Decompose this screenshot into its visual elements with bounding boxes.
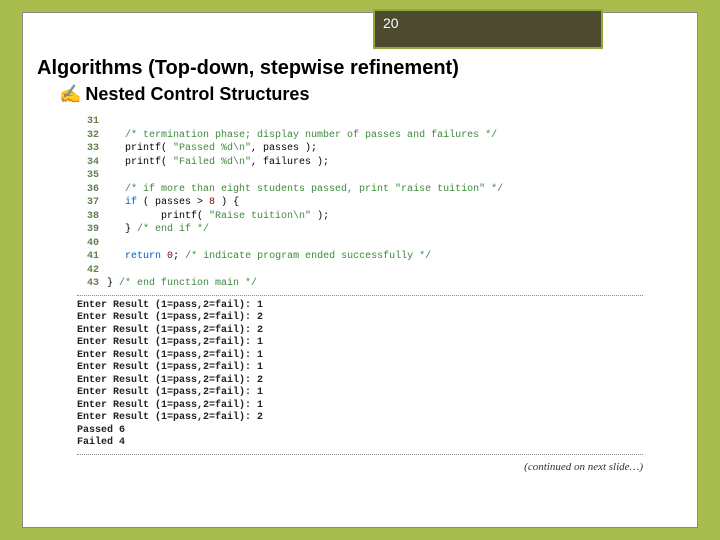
code-line: 39 } /* end if */	[77, 223, 643, 237]
code-line: 36 /* if more than eight students passed…	[77, 183, 643, 197]
code-line: 41 return 0; /* indicate program ended s…	[77, 250, 643, 264]
output-line: Enter Result (1=pass,2=fail): 1	[77, 350, 643, 363]
slide-title: Algorithms (Top-down, stepwise refinemen…	[37, 57, 697, 80]
output-line: Enter Result (1=pass,2=fail): 2	[77, 312, 643, 325]
subtitle-text: Nested Control Structures	[85, 84, 309, 104]
code-line: 40	[77, 237, 643, 251]
output-line: Enter Result (1=pass,2=fail): 2	[77, 325, 643, 338]
code-line: 38 printf( "Raise tuition\n" );	[77, 210, 643, 224]
divider	[77, 454, 643, 455]
code-block: 3132 /* termination phase; display numbe…	[77, 115, 643, 291]
output-line: Enter Result (1=pass,2=fail): 1	[77, 362, 643, 375]
continued-label: (continued on next slide…)	[23, 461, 643, 473]
code-line: 42	[77, 264, 643, 278]
code-line: 32 /* termination phase; display number …	[77, 129, 643, 143]
output-line: Enter Result (1=pass,2=fail): 1	[77, 337, 643, 350]
output-line: Enter Result (1=pass,2=fail): 1	[77, 300, 643, 313]
code-line: 31	[77, 115, 643, 129]
output-failed: Failed 4	[77, 437, 643, 450]
output-line: Enter Result (1=pass,2=fail): 1	[77, 387, 643, 400]
divider	[77, 295, 643, 296]
code-line: 35	[77, 169, 643, 183]
slide-number: 20	[383, 15, 399, 31]
output-line: Enter Result (1=pass,2=fail): 2	[77, 375, 643, 388]
code-line: 37 if ( passes > 8 ) {	[77, 196, 643, 210]
code-line: 34 printf( "Failed %d\n", failures );	[77, 156, 643, 170]
output-line: Enter Result (1=pass,2=fail): 2	[77, 412, 643, 425]
output-block: Enter Result (1=pass,2=fail): 1Enter Res…	[77, 300, 643, 450]
slide-subtitle: ✍Nested Control Structures	[37, 84, 697, 105]
output-line: Enter Result (1=pass,2=fail): 1	[77, 400, 643, 413]
output-passed: Passed 6	[77, 425, 643, 438]
code-line: 43} /* end function main */	[77, 277, 643, 291]
slide-number-box: 20	[373, 9, 603, 49]
slide: 20 Algorithms (Top-down, stepwise refine…	[22, 12, 698, 528]
code-line: 33 printf( "Passed %d\n", passes );	[77, 142, 643, 156]
bullet-icon: ✍	[59, 84, 81, 104]
